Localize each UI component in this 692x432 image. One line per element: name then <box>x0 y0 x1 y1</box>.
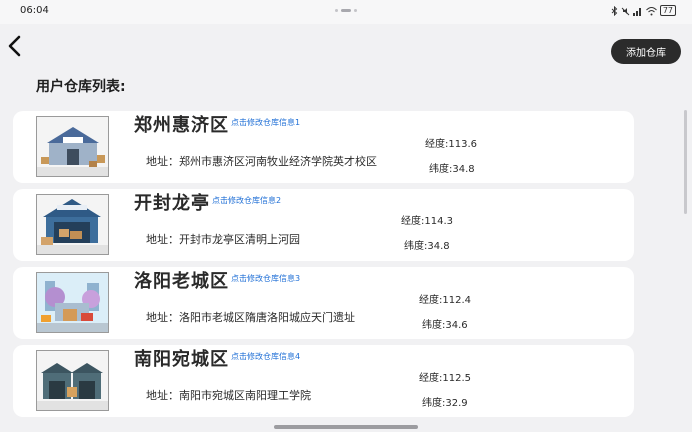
warehouse-card[interactable]: 开封龙亭 点击修改仓库信息2 经度:114.3 地址：开封市龙亭区清明上河园 纬… <box>13 189 634 261</box>
status-bar: 06:04 77 <box>0 0 692 24</box>
warehouse-card[interactable]: 郑州惠济区 点击修改仓库信息1 经度:113.6 地址：郑州市惠济区河南牧业经济… <box>13 111 634 183</box>
warehouse-image <box>36 194 109 255</box>
warehouse-name: 开封龙亭 <box>134 193 210 214</box>
warehouse-image <box>36 116 109 177</box>
scrollbar-thumb[interactable] <box>684 110 687 214</box>
warehouse-longitude: 经度:114.3 <box>401 216 453 227</box>
mute-icon <box>621 7 630 15</box>
warehouse-address: 地址：南阳市宛城区南阳理工学院 <box>146 389 311 402</box>
page-title: 用户仓库列表: <box>36 79 126 95</box>
edit-warehouse-link[interactable]: 点击修改仓库信息1 <box>231 117 300 128</box>
chevron-left-icon <box>8 35 21 57</box>
add-warehouse-button[interactable]: 添加仓库 <box>611 39 681 64</box>
warehouse-image <box>36 272 109 333</box>
warehouse-longitude: 经度:113.6 <box>425 139 477 150</box>
battery-icon: 77 <box>659 5 676 16</box>
edit-warehouse-link[interactable]: 点击修改仓库信息2 <box>212 195 281 206</box>
signal-icon <box>632 7 641 16</box>
warehouse-address: 地址：洛阳市老城区隋唐洛阳城应天门遗址 <box>146 311 355 324</box>
bluetooth-icon <box>611 5 618 16</box>
warehouse-latitude: 纬度:34.8 <box>429 164 475 175</box>
warehouse-address: 地址：郑州市惠济区河南牧业经济学院英才校区 <box>146 155 377 168</box>
warehouse-longitude: 经度:112.5 <box>419 373 471 384</box>
warehouse-card[interactable]: 南阳宛城区 点击修改仓库信息4 经度:112.5 地址：南阳市宛城区南阳理工学院… <box>13 345 634 417</box>
wifi-icon <box>645 6 657 15</box>
warehouse-longitude: 经度:112.4 <box>419 295 471 306</box>
status-time: 06:04 <box>20 5 49 16</box>
warehouse-card[interactable]: 洛阳老城区 点击修改仓库信息3 经度:112.4 地址：洛阳市老城区隋唐洛阳城应… <box>13 267 634 339</box>
warehouse-address: 地址：开封市龙亭区清明上河园 <box>146 233 300 246</box>
edit-warehouse-link[interactable]: 点击修改仓库信息4 <box>231 351 300 362</box>
edit-warehouse-link[interactable]: 点击修改仓库信息3 <box>231 273 300 284</box>
back-button[interactable] <box>4 32 28 60</box>
warehouse-image <box>36 350 109 411</box>
status-icons: 77 <box>611 5 676 16</box>
warehouse-latitude: 纬度:34.6 <box>422 320 468 331</box>
warehouse-name: 南阳宛城区 <box>134 349 229 370</box>
window-handle[interactable] <box>335 9 357 13</box>
warehouse-latitude: 纬度:34.8 <box>404 241 450 252</box>
warehouse-name: 郑州惠济区 <box>134 115 229 136</box>
home-indicator[interactable] <box>274 425 418 429</box>
warehouse-latitude: 纬度:32.9 <box>422 398 468 409</box>
warehouse-name: 洛阳老城区 <box>134 271 229 292</box>
list-scrollbar[interactable] <box>684 110 688 220</box>
